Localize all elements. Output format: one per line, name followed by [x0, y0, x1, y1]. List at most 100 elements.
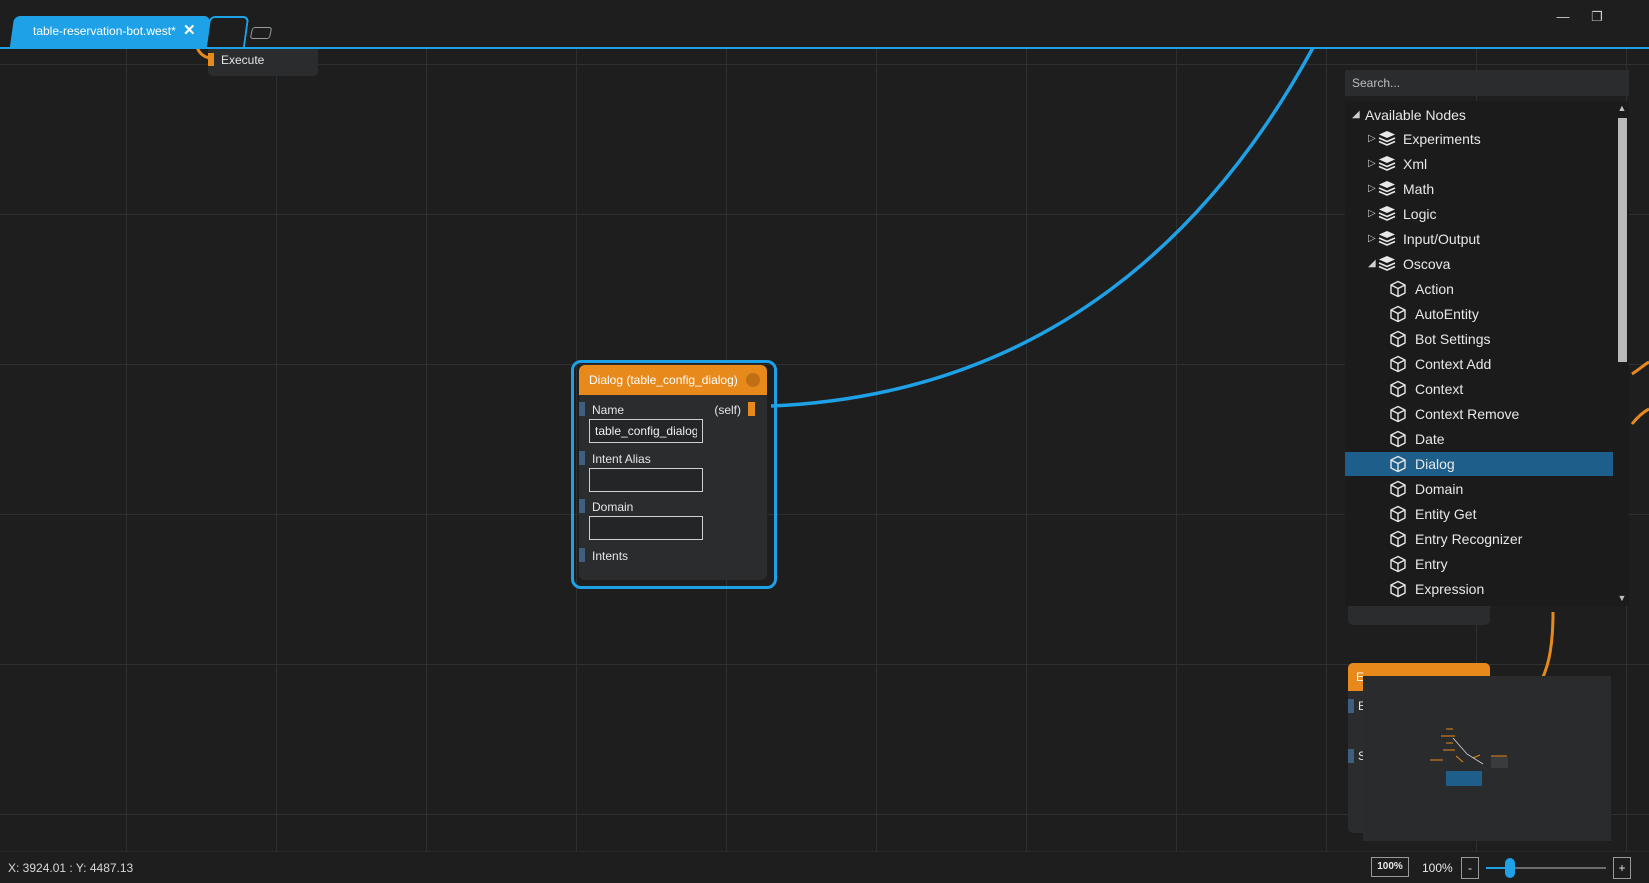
node-item-context[interactable]: Context [1345, 377, 1613, 401]
minimap-overview [1430, 728, 1508, 786]
node-item-domain[interactable]: Domain [1345, 477, 1613, 501]
node-item-context-remove[interactable]: Context Remove [1345, 402, 1613, 426]
dialog-node-status-dot[interactable] [746, 373, 760, 387]
zoom-level-text: 100% [1422, 861, 1453, 875]
category-xml[interactable]: ▷ Xml [1345, 152, 1613, 176]
cube-icon [1390, 280, 1406, 298]
layers-icon [1378, 206, 1396, 221]
node-item-bot-settings[interactable]: Bot Settings [1345, 327, 1613, 351]
expand-arrow-icon[interactable]: ▷ [1368, 208, 1376, 219]
node-item-dialog[interactable]: Dialog [1345, 452, 1613, 476]
expand-arrow-icon[interactable]: ▷ [1368, 183, 1376, 194]
category-label: Input/Output [1403, 231, 1481, 247]
category-logic[interactable]: ▷ Logic [1345, 202, 1613, 226]
collapse-arrow-icon[interactable]: ◢ [1368, 258, 1376, 269]
node-item-action[interactable]: Action [1345, 277, 1613, 301]
category-math[interactable]: ▷ Math [1345, 177, 1613, 201]
execute-port[interactable] [208, 53, 214, 66]
zoom-slider-thumb[interactable] [1505, 858, 1515, 878]
node-item-label: Entry [1415, 556, 1448, 572]
self-output-label: (self) [714, 403, 741, 417]
wire-orange-right-3 [1630, 407, 1649, 425]
self-output-port[interactable] [748, 402, 755, 416]
execute-node[interactable]: Execute [208, 49, 318, 76]
zoom-out-button[interactable]: - [1461, 857, 1479, 879]
cube-icon [1390, 330, 1406, 348]
node-item-entry[interactable]: Entry [1345, 552, 1613, 576]
intents-input-port[interactable] [579, 548, 585, 562]
node-item-expression[interactable]: Expression [1345, 577, 1613, 601]
domain-input-port[interactable] [579, 499, 585, 513]
layers-icon [1378, 131, 1396, 146]
cube-icon [1390, 580, 1406, 598]
restore-icon[interactable]: ❐ [1586, 6, 1608, 28]
expand-arrow-icon[interactable]: ▷ [1368, 133, 1376, 144]
intent-alias-label: Intent Alias [592, 452, 651, 466]
name-label: Name [592, 403, 625, 417]
node-item-label: Expression [1415, 581, 1485, 597]
scroll-up-icon[interactable]: ▲ [1616, 102, 1628, 114]
title-bar: table-reservation-bot.west* ✕ — ❐ [0, 0, 1649, 49]
category-experiments[interactable]: ▷ Experiments [1345, 127, 1613, 151]
hidden-node-port-1[interactable] [1348, 699, 1354, 713]
category-label: Oscova [1403, 256, 1451, 272]
intent-alias-field[interactable] [589, 468, 703, 492]
dialog-node[interactable]: Dialog (table_config_dialog) Name (self)… [579, 365, 767, 580]
node-item-label: Entity Get [1415, 506, 1477, 522]
layers-icon [1378, 231, 1396, 246]
node-item-autoentity[interactable]: AutoEntity [1345, 302, 1613, 326]
node-item-label: Context [1415, 381, 1464, 397]
tab-empty[interactable] [204, 16, 250, 49]
cube-icon [1390, 555, 1406, 573]
intent-alias-input-port[interactable] [579, 451, 585, 465]
minimap-viewport[interactable] [1446, 771, 1482, 786]
tree-root-available-nodes[interactable]: ◢ Available Nodes [1345, 103, 1613, 127]
execute-label: Execute [221, 53, 265, 67]
minimap-wire [1452, 737, 1484, 765]
node-item-entry-recognizer[interactable]: Entry Recognizer [1345, 527, 1613, 551]
node-item-label: Bot Settings [1415, 331, 1491, 347]
node-item-label: Context Remove [1415, 406, 1520, 422]
node-item-date[interactable]: Date [1345, 427, 1613, 451]
layers-icon [1378, 256, 1396, 271]
minimize-icon[interactable]: — [1552, 6, 1574, 28]
expand-arrow-icon[interactable]: ▷ [1368, 233, 1376, 244]
node-item-label: Domain [1415, 481, 1464, 497]
category-label: Experiments [1403, 131, 1481, 147]
domain-field[interactable] [589, 516, 703, 540]
intents-label: Intents [592, 549, 629, 563]
dialog-node-header[interactable]: Dialog (table_config_dialog) [579, 365, 767, 395]
node-item-label: Entry Recognizer [1415, 531, 1523, 547]
available-nodes-tree[interactable]: ◢ Available Nodes ▷ Experiments ▷ Xml ▷ … [1345, 101, 1629, 606]
tab-close-icon[interactable]: ✕ [183, 22, 196, 40]
name-field[interactable] [589, 419, 703, 443]
layers-icon [1378, 156, 1396, 171]
category-input-output[interactable]: ▷ Input/Output [1345, 227, 1613, 251]
tree-root-label: Available Nodes [1365, 107, 1466, 123]
cube-icon [1390, 405, 1406, 423]
category-oscova[interactable]: ◢ Oscova [1345, 252, 1613, 276]
minimap[interactable] [1363, 676, 1611, 841]
collapse-arrow-icon[interactable]: ◢ [1352, 109, 1360, 120]
scroll-down-icon[interactable]: ▼ [1616, 592, 1628, 604]
palette-scroll-thumb[interactable] [1618, 118, 1627, 362]
category-label: Logic [1403, 206, 1437, 222]
tab-label[interactable]: table-reservation-bot.west* [33, 24, 176, 38]
expand-arrow-icon[interactable]: ▷ [1368, 158, 1376, 169]
cube-icon [1390, 305, 1406, 323]
status-bar: X: 3924.01 : Y: 4487.13 100% 100% - + [0, 851, 1649, 883]
hidden-node-port-2[interactable] [1348, 749, 1354, 763]
node-item-label: Date [1415, 431, 1445, 447]
cube-icon [1390, 430, 1406, 448]
node-item-entity-get[interactable]: Entity Get [1345, 502, 1613, 526]
zoom-in-button[interactable]: + [1613, 857, 1631, 879]
cube-icon [1390, 530, 1406, 548]
name-input-port[interactable] [579, 402, 585, 416]
wire-orange-right-2 [1631, 360, 1649, 376]
node-item-context-add[interactable]: Context Add [1345, 352, 1613, 376]
wire-dialog-self [770, 49, 1315, 408]
minimap-node-block [1491, 757, 1508, 768]
node-search-input[interactable] [1345, 70, 1629, 96]
zoom-reset-button[interactable]: 100% [1371, 857, 1409, 877]
new-tab-icon[interactable] [249, 27, 273, 39]
